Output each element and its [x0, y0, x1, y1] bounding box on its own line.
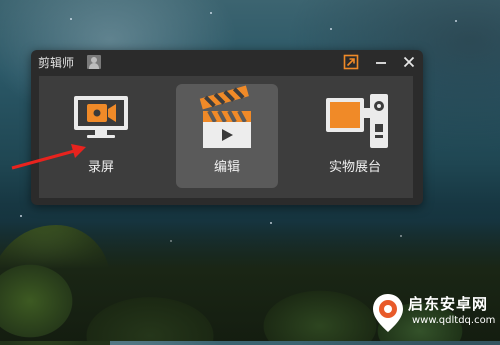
watermark: 启东安卓网 www.qdltdq.com — [370, 290, 500, 335]
watermark-logo — [373, 294, 403, 332]
watermark-title: 启东安卓网 — [408, 295, 489, 313]
watermark-url: www.qdltdq.com — [412, 315, 496, 326]
